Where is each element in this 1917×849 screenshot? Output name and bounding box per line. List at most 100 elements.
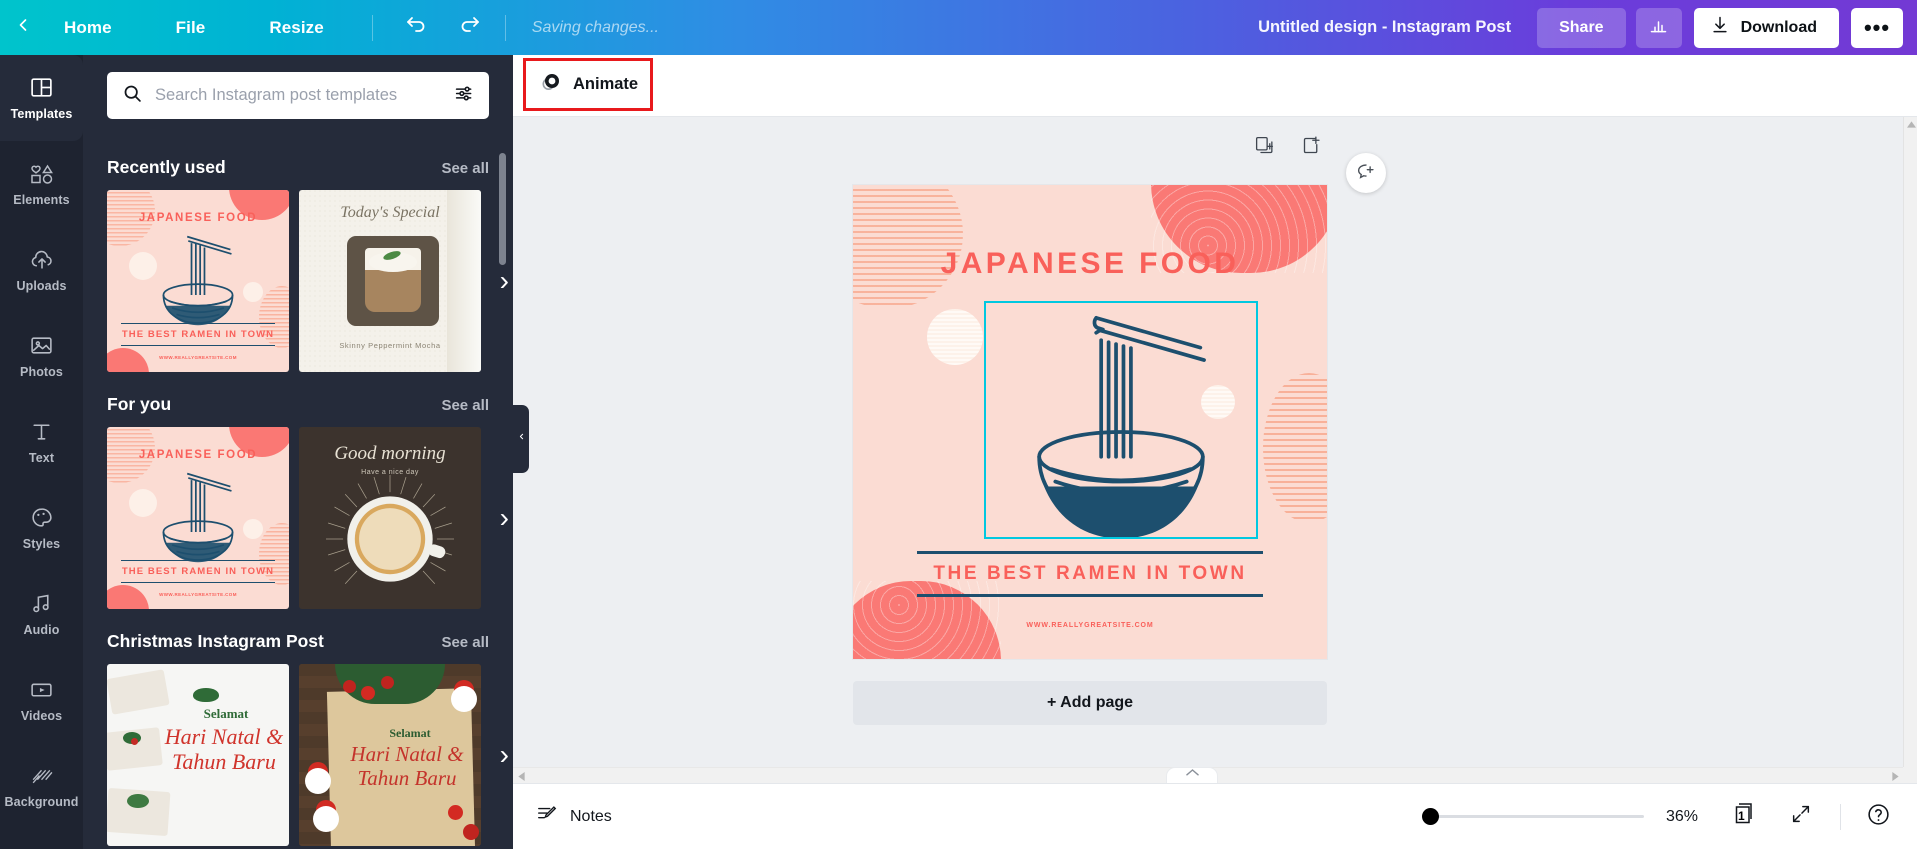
back-button[interactable] [0,0,46,55]
scroll-left-arrow[interactable] [513,768,529,784]
bar-chart-icon [1648,15,1669,41]
sidebar-item-videos[interactable]: Videos [0,657,83,743]
share-button[interactable]: Share [1537,7,1626,48]
template-card-hari-natal-gifts[interactable]: Selamat Hari Natal & Tahun Baru [107,664,289,846]
palette-icon [29,505,54,530]
zoom-slider[interactable] [1421,808,1644,825]
decor-wave-right [1263,373,1327,523]
toolbar-divider-1 [371,14,373,41]
see-all-link[interactable]: See all [441,160,489,177]
sidebar-label: Templates [10,107,73,121]
scroll-up-arrow[interactable] [1904,117,1917,131]
video-icon [29,677,54,702]
help-circle-icon [1866,802,1891,832]
filter-sliders-icon[interactable] [454,83,475,109]
template-row: Selamat Hari Natal & Tahun Baru Selamat [107,664,509,846]
notes-button[interactable]: Notes [536,803,612,830]
template-url: WWW.REALLYGREATSITE.COM [159,592,237,597]
see-all-link[interactable]: See all [441,397,489,414]
templates-panel: Recently used See all [83,55,513,849]
sidebar-label: Styles [22,537,61,551]
sidebar-label: Background [4,795,79,809]
zoom-percentage[interactable]: 36% [1666,808,1698,826]
design-url-text[interactable]: WWW.REALLYGREATSITE.COM [853,622,1327,629]
template-card-japanese-food[interactable]: JAPANESE FOOD THE BEST RAMEN IN TOWN WWW… [107,190,289,372]
panel-scrollbar-thumb[interactable] [499,153,506,265]
row-next-arrow[interactable]: › [500,267,509,295]
sidebar-item-photos[interactable]: Photos [0,313,83,399]
template-title: Good morning [334,443,446,464]
design-toolbar: Animate [513,55,1917,117]
design-title-text[interactable]: JAPANESE FOOD [853,247,1327,281]
design-canvas-page[interactable]: JAPANESE FOOD THE BEST RAMEN IN TOWN WWW… [853,185,1327,659]
decor-cloud [107,348,149,372]
sidebar-item-audio[interactable]: Audio [0,571,83,657]
section-title: Christmas Instagram Post [107,631,324,651]
pages-button[interactable]: 1 [1728,800,1762,834]
template-title: JAPANESE FOOD [138,212,258,224]
chevron-left-icon [517,430,526,448]
more-options-button[interactable]: ••• [1851,7,1903,48]
sidebar-label: Elements [13,193,70,207]
panel-collapse-handle[interactable] [513,405,529,473]
canvas-vertical-scrollbar[interactable] [1903,117,1917,783]
help-button[interactable] [1861,800,1895,834]
add-page-button[interactable]: + Add page [853,681,1327,725]
redo-icon [458,13,482,42]
template-card-japanese-food[interactable]: JAPANESE FOOD THE BEST RAMEN IN TOWN WWW… [107,427,289,609]
saving-status: Saving changes... [531,18,659,36]
toolbar-divider-2 [504,14,506,41]
scroll-right-arrow[interactable] [1887,768,1903,784]
sidebar-item-elements[interactable]: Elements [0,141,83,227]
section-recently-used: Recently used See all JAPANESE FOOD THE … [83,157,513,372]
sidebar-label: Photos [20,365,63,379]
template-card-good-morning[interactable]: Good morning Have a nice day [299,427,481,609]
sidebar-item-styles[interactable]: Styles [0,485,83,571]
template-row: JAPANESE FOOD THE BEST RAMEN IN TOWN WWW… [107,427,509,609]
file-menu[interactable]: File [158,10,224,46]
template-title: Today's Special [340,204,440,221]
sidebar-item-background[interactable]: Background [0,743,83,829]
template-subtitle: THE BEST RAMEN IN TOWN [121,323,275,346]
resize-menu[interactable]: Resize [251,10,341,46]
notes-icon [536,803,558,830]
section-title: Recently used [107,157,226,177]
search-box[interactable] [107,72,489,119]
bottombar-divider [1840,803,1841,830]
sidebar-item-templates[interactable]: Templates [0,55,83,141]
stats-button[interactable] [1635,7,1682,48]
zoom-slider-track[interactable] [1431,815,1644,818]
zoom-slider-knob[interactable] [1421,808,1439,825]
row-next-arrow[interactable]: › [500,504,509,532]
left-rail: Templates Elements Uploads Photos Text S… [0,55,83,849]
bottom-panel-collapse-handle[interactable] [1166,767,1218,783]
sidebar-item-uploads[interactable]: Uploads [0,227,83,313]
design-title[interactable]: Untitled design - Instagram Post [1258,18,1511,37]
home-menu[interactable]: Home [46,10,130,46]
template-card-hari-natal-santa[interactable]: Selamat Hari Natal & Tahun Baru [299,664,481,846]
ramen-bowl-illustration [162,235,234,326]
template-url: WWW.REALLYGREATSITE.COM [159,355,237,360]
top-bar: Home File Resize Saving changes... Untit… [0,0,1917,55]
selection-bounding-box[interactable] [984,301,1258,539]
add-page-icon[interactable] [1301,135,1322,161]
template-title: Selamat [203,706,249,721]
see-all-link[interactable]: See all [441,634,489,651]
undo-button[interactable] [395,9,437,47]
template-title: Selamat [389,726,431,740]
sidebar-item-text[interactable]: Text [0,399,83,485]
add-comment-button[interactable] [1346,153,1386,193]
section-header: Recently used See all [107,157,489,178]
expand-icon [1790,803,1812,830]
undo-icon [404,13,428,42]
redo-button[interactable] [449,9,491,47]
fullscreen-button[interactable] [1784,800,1818,834]
search-input[interactable] [155,86,442,105]
design-subtitle-text[interactable]: THE BEST RAMEN IN TOWN [917,551,1263,597]
scrollbar-corner [1903,767,1917,783]
template-card-todays-special[interactable]: Today's Special Skinny Peppermint Mocha [299,190,481,372]
download-button[interactable]: Download [1693,7,1839,48]
row-next-arrow[interactable]: › [500,741,509,769]
animate-button[interactable]: Animate [523,58,653,111]
duplicate-page-icon[interactable] [1254,135,1275,161]
